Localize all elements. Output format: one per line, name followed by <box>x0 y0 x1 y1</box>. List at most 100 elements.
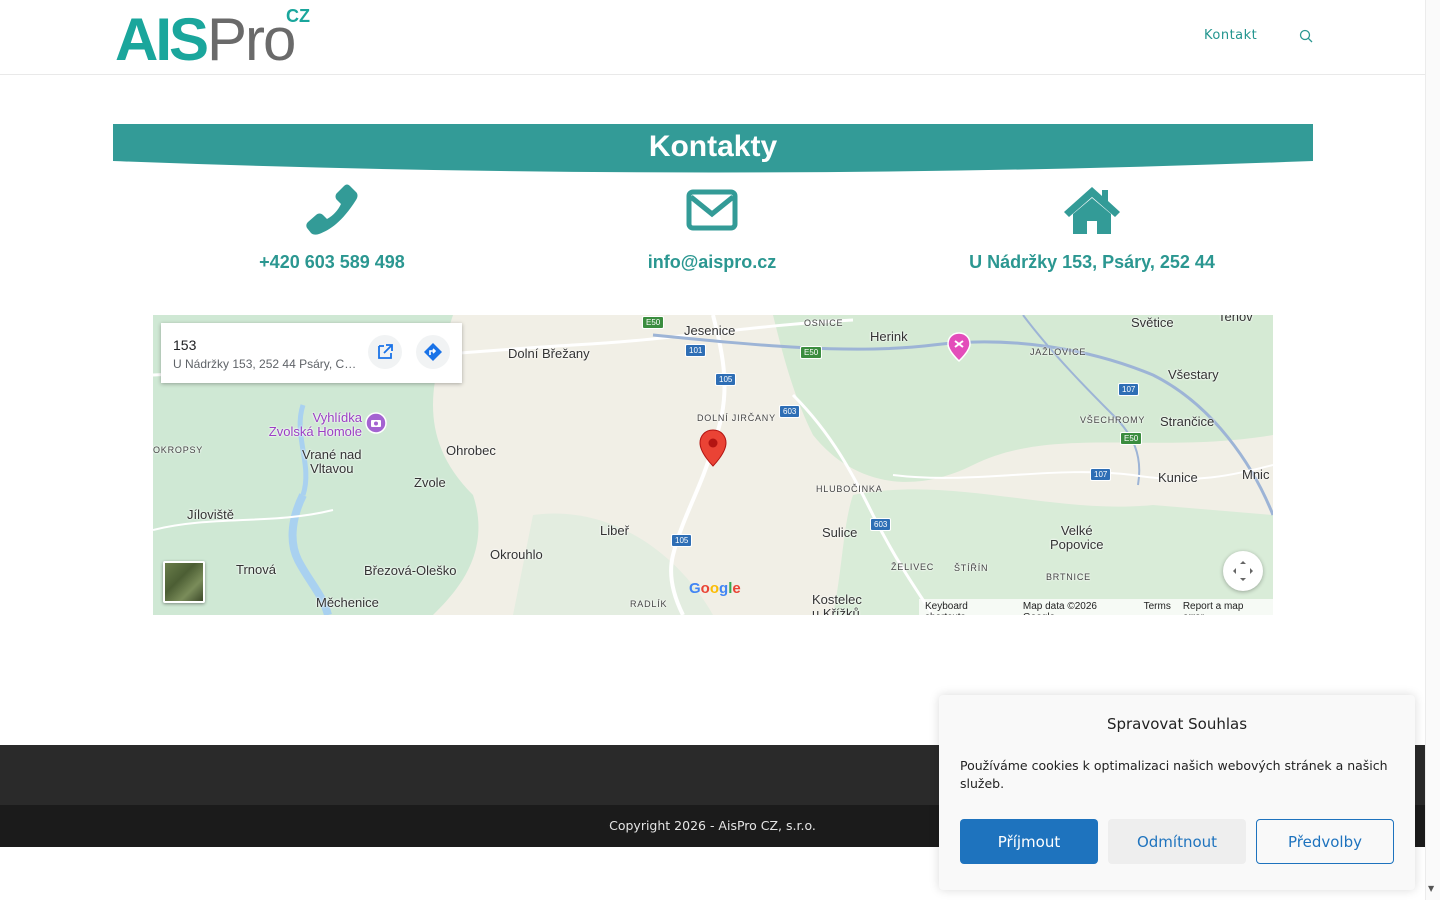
google-map[interactable]: Jesenice Dolní Břežany Herink Světice Te… <box>153 315 1273 615</box>
place-card-address: U Nádržky 153, 252 44 Psáry, Czechia <box>173 357 358 371</box>
map-label: Vrané nad Vltavou <box>302 448 362 476</box>
map-label: Trnová <box>236 562 276 577</box>
site-header: AIS Pro CZ Kontakt <box>0 0 1425 75</box>
map-label: Všestary <box>1168 367 1219 382</box>
google-logo-letter: g <box>719 580 729 597</box>
road-shield: 107 <box>1118 383 1140 396</box>
map-label: Sulice <box>822 525 858 540</box>
road-shield: E50 <box>800 346 823 359</box>
map-label: Kunice <box>1158 470 1198 485</box>
terms-link[interactable]: Terms <box>1144 601 1171 613</box>
site-logo[interactable]: AIS Pro CZ <box>115 6 315 73</box>
contact-phone: +420 603 589 498 <box>142 184 522 273</box>
place-name-1: Kostelec <box>812 592 862 607</box>
poi-name-1: Vyhlídka <box>312 410 362 425</box>
map-label: JAŽLOVICE <box>1030 347 1087 357</box>
map-label: Jíloviště <box>187 507 234 522</box>
map-label: ŠTÍŘÍN <box>954 563 989 573</box>
pink-place-marker-icon[interactable] <box>947 332 971 366</box>
google-logo-letter: e <box>732 580 741 597</box>
search-icon[interactable] <box>1299 28 1315 44</box>
place-name-2: Popovice <box>1050 537 1104 552</box>
postal-address[interactable]: U Nádržky 153, Psáry, 252 44 <box>902 252 1282 273</box>
map-label: Kostelec u Křížků <box>812 592 862 616</box>
logo-cz-text: CZ <box>286 6 310 26</box>
road-shield: 603 <box>870 518 892 531</box>
map-place-card: 153 U Nádržky 153, 252 44 Psáry, Czechia <box>161 323 462 383</box>
map-label: Velké Popovice <box>1050 524 1103 552</box>
google-logo-letter: o <box>709 580 720 597</box>
envelope-icon <box>522 184 902 236</box>
map-label: Zvole <box>414 475 446 490</box>
cookie-consent-banner: Spravovat Souhlas Používáme cookies k op… <box>939 695 1415 890</box>
map-label: BRTNICE <box>1046 572 1091 582</box>
road-shield: 101 <box>685 344 707 357</box>
map-label: Měchenice <box>316 595 379 610</box>
accept-cookies-button[interactable]: Příjmout <box>960 819 1098 864</box>
road-shield: 603 <box>779 405 801 418</box>
open-in-maps-button[interactable] <box>368 335 402 369</box>
map-label: Mnic <box>1242 467 1270 482</box>
cookie-text: Používáme cookies k optimalizaci našich … <box>960 758 1388 791</box>
deny-cookies-button[interactable]: Odmítnout <box>1108 819 1246 864</box>
map-poi-label: Vyhlídka Zvolská Homole <box>260 411 362 439</box>
report-error-link[interactable]: Report a map error <box>1183 601 1267 615</box>
page-title: Kontakty <box>648 130 778 163</box>
map-label: OSNICE <box>804 318 844 328</box>
place-name-1: Velké <box>1060 523 1093 538</box>
fullscreen-button[interactable] <box>1223 551 1263 591</box>
place-card-title: 153 <box>173 337 197 353</box>
map-label: Strančice <box>1160 414 1215 429</box>
road-shield: 107 <box>1090 468 1112 481</box>
cookie-preferences-button[interactable]: Předvolby <box>1256 819 1394 864</box>
satellite-layer-toggle[interactable] <box>163 561 205 603</box>
map-label: OKROPSY <box>153 445 204 455</box>
keyboard-shortcuts-link[interactable]: Keyboard shortcuts <box>925 601 1011 615</box>
directions-button[interactable] <box>416 335 450 369</box>
logo-ais-text: AIS <box>115 6 209 73</box>
map-label: VŠECHROMY <box>1080 415 1146 425</box>
map-data-text: Map data ©2026 Google <box>1022 601 1097 615</box>
road-shield: 105 <box>715 373 737 386</box>
contact-email: info@aispro.cz <box>522 184 902 273</box>
map-label: Dolní Břežany <box>508 346 590 361</box>
road-shield: E50 <box>1120 432 1143 445</box>
map-label: Březová-Oleško <box>364 563 457 578</box>
phone-icon <box>142 184 522 236</box>
page-scrollbar[interactable] <box>1425 0 1440 900</box>
map-label: Světice <box>1131 315 1174 330</box>
map-label: Okrouhlo <box>490 547 543 562</box>
contact-address: U Nádržky 153, Psáry, 252 44 <box>902 184 1282 273</box>
email-address[interactable]: info@aispro.cz <box>522 252 902 273</box>
map-label: Jesenice <box>684 323 736 338</box>
map-label: DOLNÍ JIRČANY <box>697 413 776 423</box>
logo-pro-text: Pro <box>207 6 296 73</box>
scroll-down-arrow-icon[interactable]: ▼ <box>1428 884 1434 893</box>
place-name-2: u Křížků <box>812 606 860 616</box>
cookie-title: Spravovat Souhlas <box>1106 715 1248 733</box>
external-link-icon <box>378 344 393 359</box>
place-name-2: Vltavou <box>310 461 354 476</box>
google-logo-letter: o <box>700 580 710 597</box>
google-logo-letter: G <box>689 580 701 597</box>
map-label: ŽELIVEC <box>891 562 935 572</box>
poi-name-2: Zvolská Homole <box>268 424 362 439</box>
fullscreen-icon <box>1233 561 1253 581</box>
map-label: Herink <box>870 329 908 344</box>
directions-icon <box>424 343 442 361</box>
viewpoint-marker-icon[interactable] <box>365 412 387 438</box>
road-shield: E50 <box>642 316 665 329</box>
phone-number[interactable]: +420 603 589 498 <box>142 252 522 273</box>
map-label: RADLÍK <box>630 599 668 609</box>
map-attribution: Keyboard shortcuts Map data ©2026 Google… <box>919 599 1273 615</box>
home-icon <box>902 184 1282 236</box>
map-label: Libeř <box>600 523 629 538</box>
map-label: Ohrobec <box>446 443 496 458</box>
nav-kontakt-link[interactable]: Kontakt <box>1204 28 1257 43</box>
kontakty-banner: Kontakty <box>113 124 1313 184</box>
map-label: HLUBOČINKA <box>816 484 883 494</box>
location-pin-icon[interactable] <box>699 429 727 471</box>
google-logo: Google <box>689 580 741 597</box>
map-label: Tehov <box>1218 315 1253 324</box>
road-shield: 105 <box>671 534 693 547</box>
